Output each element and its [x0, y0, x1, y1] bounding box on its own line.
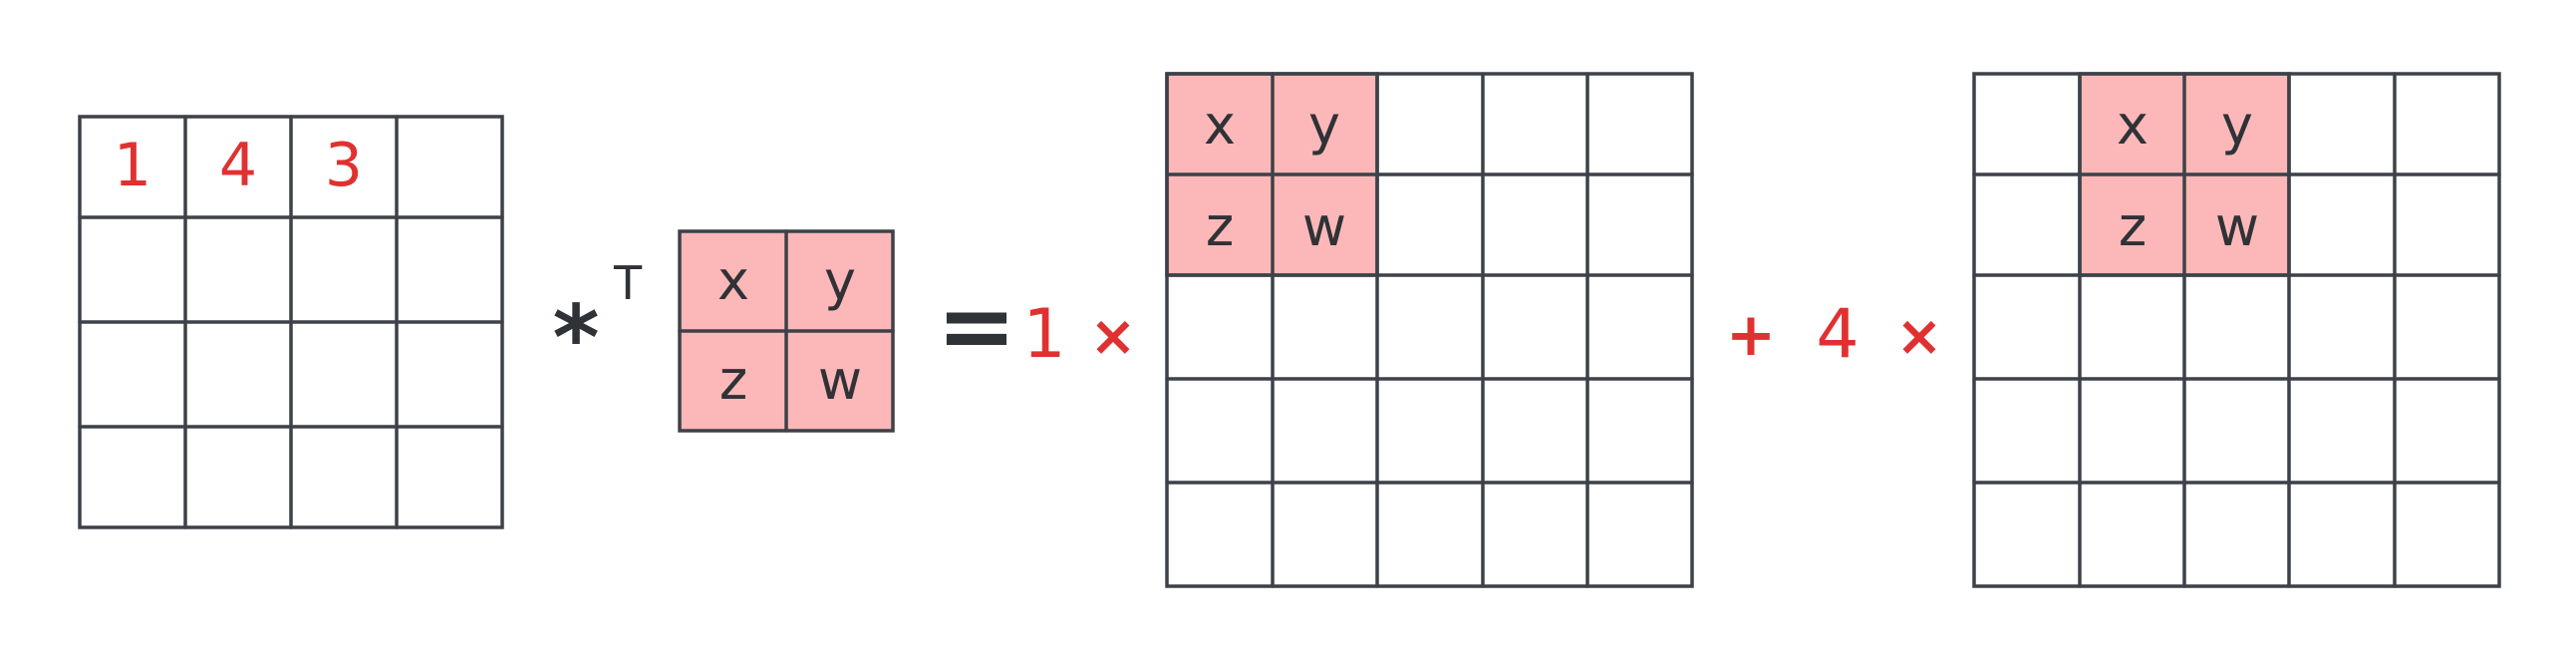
input-value-2: 4: [219, 131, 257, 200]
operator-superscript: T: [613, 256, 643, 310]
term1-coefficient: 1: [1022, 295, 1065, 374]
kernel-cell-y: y: [824, 249, 856, 312]
transposed-convolution-diagram: 1 4 3 * T x y z w = 1 × x y z w + 4 × x …: [78, 72, 2501, 588]
out1-cell-w: w: [1302, 195, 1346, 258]
kernel-cell-x: x: [717, 249, 749, 312]
plus-sign: +: [1726, 300, 1776, 370]
term2-times: ×: [1896, 304, 1943, 369]
out2-cell-w: w: [2215, 195, 2259, 258]
out2-cell-x: x: [2117, 94, 2148, 157]
equals-sign: =: [937, 270, 1016, 382]
out1-cell-x: x: [1204, 94, 1236, 157]
output-grid-2: x y z w: [1972, 72, 2501, 588]
transpose-conv-operator: * T: [552, 256, 642, 391]
out1-cell-y: y: [1308, 94, 1340, 157]
term2-coefficient: 4: [1816, 295, 1859, 374]
input-value-3: 3: [325, 131, 363, 200]
kernel-cell-w: w: [818, 349, 862, 412]
kernel-grid: x y z w: [678, 229, 895, 433]
out2-cell-y: y: [2221, 94, 2253, 157]
output-grid-1: x y z w: [1165, 72, 1694, 588]
out2-cell-z: z: [2119, 195, 2147, 258]
operator-star: *: [552, 286, 599, 391]
kernel-cell-z: z: [719, 349, 747, 412]
input-value-1: 1: [114, 131, 151, 200]
out1-cell-z: z: [1206, 195, 1234, 258]
input-grid: 1 4 3: [78, 115, 504, 529]
term1-times: ×: [1090, 304, 1137, 369]
